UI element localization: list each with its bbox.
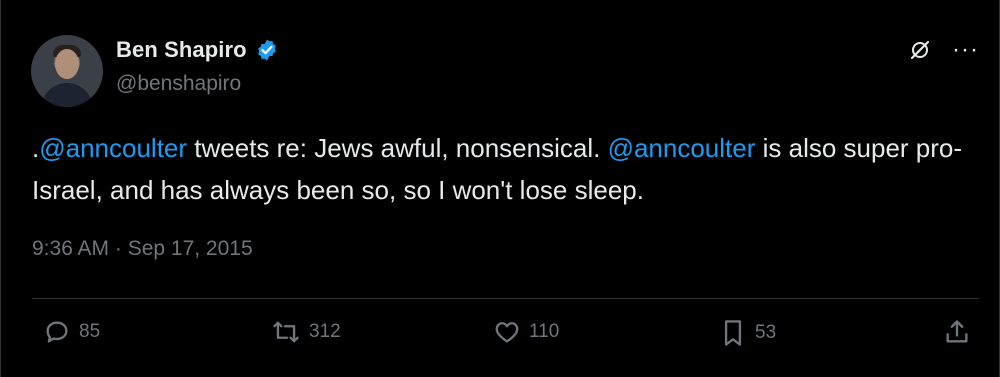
more-options-icon[interactable]: ··· <box>952 38 979 62</box>
tweet-action-bar: 85 312 110 53 <box>1 318 999 358</box>
reply-count: 85 <box>79 321 101 342</box>
grok-icon[interactable] <box>908 38 932 62</box>
like-count: 110 <box>529 321 560 342</box>
repost-icon <box>273 321 299 343</box>
verified-badge-icon[interactable] <box>255 38 279 62</box>
like-button[interactable]: 110 <box>493 318 559 346</box>
divider <box>32 298 979 299</box>
tweet-timestamp[interactable]: 9:36 AM · Sep 17, 2015 <box>32 237 253 261</box>
tweet-text-segment: tweets re: Jews awful, nonsensical. <box>187 133 608 163</box>
share-icon <box>946 320 968 343</box>
avatar-shoulders <box>41 83 93 107</box>
tweet-top-actions: ··· <box>908 38 979 62</box>
repost-count: 312 <box>309 321 341 342</box>
repost-button[interactable]: 312 <box>271 318 341 346</box>
bookmark-icon <box>724 320 742 346</box>
heart-icon <box>495 322 519 343</box>
tweet-text: .@anncoulter tweets re: Jews awful, nons… <box>32 127 972 211</box>
mention-link[interactable]: @anncoulter <box>39 133 187 163</box>
avatar[interactable] <box>31 35 103 107</box>
author-display-name[interactable]: Ben Shapiro <box>116 37 247 63</box>
tweet-card: Ben Shapiro @benshapiro ··· .@anncoulter… <box>0 0 1000 377</box>
author-handle[interactable]: @benshapiro <box>116 72 241 96</box>
reply-icon <box>46 321 68 343</box>
author-name-row: Ben Shapiro <box>116 37 279 63</box>
reply-button[interactable]: 85 <box>43 318 100 346</box>
mention-link[interactable]: @anncoulter <box>608 133 756 163</box>
bookmark-button[interactable]: 53 <box>719 318 776 348</box>
share-button[interactable] <box>943 318 971 346</box>
avatar-face <box>55 49 79 79</box>
bookmark-count: 53 <box>755 322 777 343</box>
